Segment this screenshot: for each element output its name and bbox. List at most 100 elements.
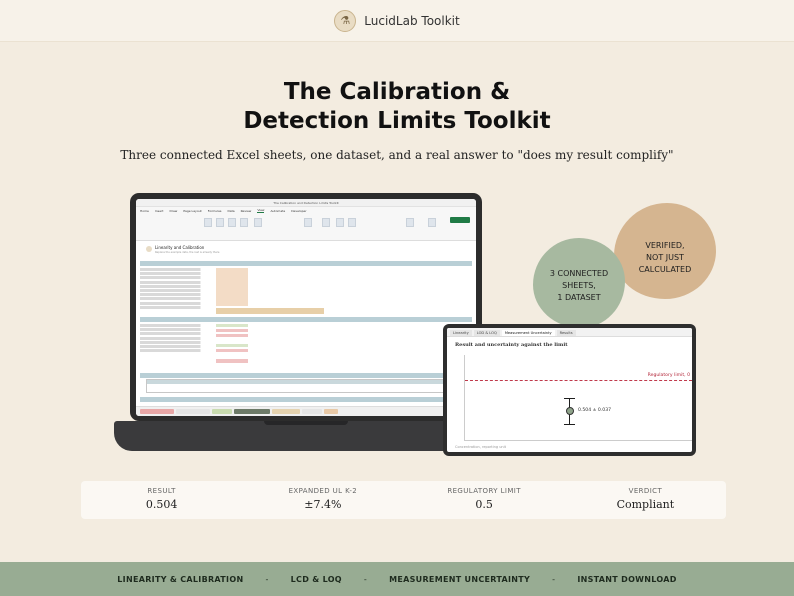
- excel-menu-item[interactable]: Draw: [169, 209, 177, 213]
- footer-item: LINEARITY & CALIBRATION: [117, 574, 244, 584]
- sheet-title: Linearity and Calibration: [155, 245, 205, 250]
- footer-separator: -: [552, 574, 556, 584]
- sheet-subtitle: Replace the example data, the rest is al…: [155, 251, 220, 254]
- ribbon-button[interactable]: [228, 218, 236, 227]
- stat-regulatory-limit: REGULATORY LIMIT 0.5: [404, 481, 565, 519]
- chart-tab[interactable]: Measurement Uncertainty: [501, 330, 555, 336]
- sheet-tab[interactable]: [234, 409, 270, 414]
- stat-expanded-ul: EXPANDED UL K-2 ±7.4%: [242, 481, 403, 519]
- brand-bar: ⚗ LucidLab Toolkit: [0, 0, 794, 42]
- badge-line: NOT JUST: [646, 253, 684, 262]
- excel-menu-item[interactable]: Automate: [270, 209, 285, 213]
- stat-result: RESULT 0.504: [81, 481, 242, 519]
- footer-separator: -: [363, 574, 368, 584]
- section-band: [140, 261, 472, 266]
- excel-menu: Home Insert Draw Page Layout Formulas Data Rev…: [136, 207, 476, 214]
- sheet-tab[interactable]: [324, 409, 338, 414]
- excel-menu-item[interactable]: Data: [227, 209, 234, 213]
- verified-badge: VERIFIED, NOT JUST CALCULATED: [614, 203, 716, 299]
- chart-title: Result and uncertainty against the limit: [455, 342, 568, 348]
- fail-cell: [216, 334, 248, 337]
- sheet-header: Linearity and Calibration Replace the ex…: [146, 245, 226, 257]
- pass-cell: [216, 344, 248, 347]
- excel-sheet[interactable]: Linearity and Calibration Replace the ex…: [136, 241, 476, 406]
- title-line-1: The Calibration &: [283, 79, 511, 105]
- chart-plot-area: Regulatory limit, 0 0.504 ± 0.037: [464, 355, 692, 441]
- ribbon-button[interactable]: [204, 218, 212, 227]
- footer-item: INSTANT DOWNLOAD: [577, 574, 677, 584]
- fail-cell: [216, 349, 248, 352]
- fail-cell: [216, 329, 248, 332]
- stat-value: 0.504: [145, 498, 178, 511]
- page-subtitle: Three connected Excel sheets, one datase…: [120, 148, 674, 162]
- excel-menu-item[interactable]: Insert: [155, 209, 164, 213]
- chart-window: Linearity LOD & LOQ Measurement Uncertaint…: [447, 328, 692, 452]
- excel-menu-item[interactable]: Review: [241, 209, 252, 213]
- section-band: [140, 317, 472, 322]
- summary-table: [146, 379, 476, 393]
- brand-name: LucidLab Toolkit: [364, 13, 460, 28]
- stat-label: RESULT: [147, 487, 176, 495]
- sheet-tab[interactable]: [176, 409, 210, 414]
- footer-item: MEASUREMENT UNCERTAINTY: [389, 574, 531, 584]
- regulatory-limit-label: Regulatory limit, 0: [647, 373, 690, 378]
- tablet-screen: Linearity LOD & LOQ Measurement Uncertaint…: [443, 324, 696, 456]
- stat-value: ±7.4%: [304, 498, 342, 511]
- chart-tab[interactable]: Results: [556, 330, 576, 336]
- share-button[interactable]: [450, 217, 470, 223]
- badge-line: 1 DATASET: [557, 293, 601, 302]
- feature-footer: LINEARITY & CALIBRATION - LCD & LOQ - ME…: [0, 562, 794, 596]
- badge-line: CALCULATED: [638, 265, 692, 274]
- result-cell: [216, 308, 324, 314]
- pass-cell: [216, 324, 248, 327]
- stat-verdict: VERDICT Compliant: [565, 481, 726, 519]
- excel-menu-item[interactable]: Developer: [291, 209, 306, 213]
- ribbon-button[interactable]: [428, 218, 436, 227]
- stat-label: REGULATORY LIMIT: [447, 487, 521, 495]
- sheet-tab[interactable]: [140, 409, 174, 414]
- sheet-tabs: [136, 406, 476, 416]
- excel-menu-item[interactable]: View: [257, 208, 265, 213]
- section-band: [140, 373, 472, 378]
- title-line-2: Detection Limits Toolkit: [243, 108, 551, 134]
- stat-label: EXPANDED UL K-2: [288, 487, 358, 495]
- chart-tab[interactable]: LOD & LOQ: [473, 330, 500, 336]
- ribbon-button[interactable]: [348, 218, 356, 227]
- input-cells[interactable]: [216, 268, 248, 306]
- laptop-base: [114, 421, 498, 451]
- ribbon-button[interactable]: [322, 218, 330, 227]
- sheets-badge: 3 CONNECTED SHEETS, 1 DATASET: [533, 238, 625, 328]
- excel-window: The Calibration and Detection Limits Too…: [136, 199, 476, 416]
- laptop-screen: The Calibration and Detection Limits Too…: [130, 193, 482, 421]
- page-title: The Calibration & Detection Limits Toolk…: [0, 78, 794, 136]
- error-bar-cap-bottom: [564, 424, 575, 425]
- badge-line: SHEETS,: [562, 281, 596, 290]
- fail-cell: [216, 359, 248, 363]
- ribbon-button[interactable]: [254, 218, 262, 227]
- chart-x-label: Concentration, reporting unit: [455, 445, 506, 449]
- excel-menu-item[interactable]: Page Layout: [183, 209, 201, 213]
- footer-separator: -: [265, 574, 269, 584]
- ribbon-button[interactable]: [406, 218, 414, 227]
- chart-tabs: Linearity LOD & LOQ Measurement Uncertaint…: [447, 328, 692, 337]
- sheet-tab[interactable]: [302, 409, 322, 414]
- stat-label: VERDICT: [628, 487, 663, 495]
- result-point-label: 0.504 ± 0.037: [578, 408, 612, 413]
- excel-window-title: The Calibration and Detection Limits Too…: [136, 199, 476, 207]
- regulatory-limit-line: [465, 380, 692, 381]
- sheet-tab[interactable]: [272, 409, 300, 414]
- excel-menu-item[interactable]: Formulas: [208, 209, 222, 213]
- excel-menu-item[interactable]: Home: [140, 209, 149, 213]
- chart-tab[interactable]: Linearity: [450, 330, 472, 336]
- section-band: [140, 397, 472, 402]
- ribbon-button[interactable]: [216, 218, 224, 227]
- ribbon-button[interactable]: [240, 218, 248, 227]
- footer-item: LCD & LOQ: [290, 574, 342, 584]
- error-bar-cap-top: [564, 398, 575, 399]
- stat-value: 0.5: [475, 498, 493, 511]
- badge-line: VERIFIED,: [645, 241, 685, 250]
- ribbon-button[interactable]: [304, 218, 312, 227]
- ribbon-button[interactable]: [336, 218, 344, 227]
- sheet-tab[interactable]: [212, 409, 232, 414]
- logo-icon: [146, 246, 152, 252]
